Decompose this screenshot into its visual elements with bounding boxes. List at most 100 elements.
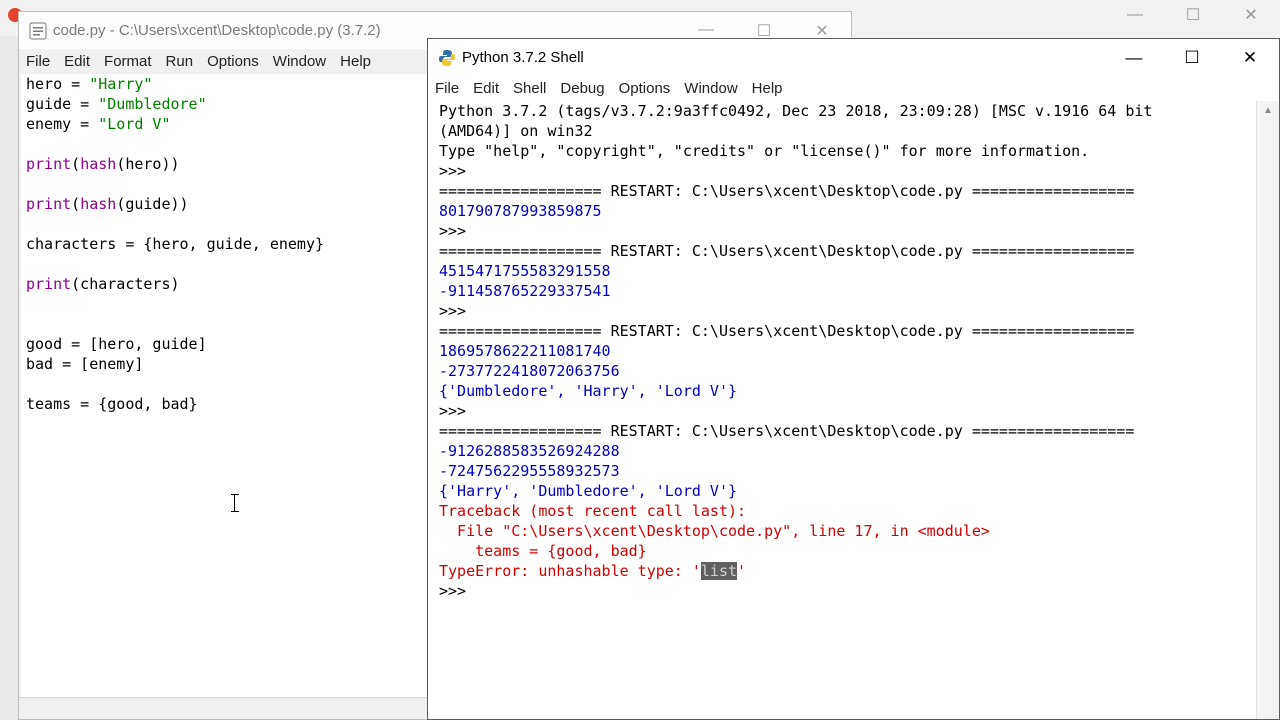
shell-line: (AMD64)] on win32: [434, 121, 1238, 141]
shell-line: TypeError: unhashable type: 'list': [434, 561, 1238, 581]
text-segment: good = [hero, guide]: [26, 335, 207, 353]
text-segment: -9126288583526924288: [439, 442, 620, 460]
code-editor-text-area[interactable]: hero = "Harry" guide = "Dumbledore" enemy …: [21, 74, 427, 698]
text-segment: ': [737, 562, 747, 580]
shell-line: teams = {good, bad}: [434, 541, 1238, 561]
text-segment: File "C:\Users\xcent\Desktop\code.py", l…: [439, 522, 990, 540]
editor-menu-file[interactable]: File: [19, 53, 57, 70]
text-segment: (: [71, 195, 81, 213]
code-line: enemy = "Lord V": [21, 114, 427, 134]
background-left-strip: [0, 36, 18, 720]
shell-menubar: File Edit Shell Debug Options Window Hel…: [428, 76, 1279, 100]
code-line: characters = {hero, guide, enemy}: [21, 234, 427, 254]
text-segment: teams = {good, bad}: [439, 542, 647, 560]
shell-line: ================== RESTART: C:\Users\xce…: [434, 181, 1238, 201]
text-segment: >>>: [439, 302, 476, 320]
text-segment: Python 3.7.2 (tags/v3.7.2:9a3ffc0492, De…: [439, 102, 1153, 120]
editor-menu-window[interactable]: Window: [266, 53, 333, 70]
code-line: guide = "Dumbledore": [21, 94, 427, 114]
code-line: teams = {good, bad}: [21, 394, 427, 414]
editor-menu-options[interactable]: Options: [200, 53, 266, 70]
text-segment: ================== RESTART: C:\Users\xce…: [439, 322, 1135, 340]
shell-close-icon[interactable]: ✕: [1221, 48, 1279, 68]
close-icon[interactable]: ✕: [1222, 0, 1280, 30]
shell-menu-help[interactable]: Help: [745, 80, 790, 97]
editor-title: code.py - C:\Users\xcent\Desktop\code.py…: [53, 22, 381, 39]
text-segment: 4515471755583291558: [439, 262, 611, 280]
background-window-controls: — ☐ ✕: [1106, 0, 1280, 30]
text-segment: >>>: [439, 222, 476, 240]
shell-line: >>>: [434, 401, 1238, 421]
shell-line: {'Harry', 'Dumbledore', 'Lord V'}: [434, 481, 1238, 501]
text-segment: teams = {good, bad}: [26, 395, 198, 413]
shell-menu-options[interactable]: Options: [612, 80, 678, 97]
text-segment: enemy =: [26, 115, 99, 133]
minimize-icon[interactable]: —: [1106, 0, 1164, 30]
text-segment: (characters): [71, 275, 180, 293]
editor-horizontal-scrollbar[interactable]: [19, 697, 429, 719]
shell-title: Python 3.7.2 Shell: [462, 49, 584, 66]
editor-menu-run[interactable]: Run: [159, 53, 201, 70]
text-cursor-icon: [231, 494, 239, 512]
editor-menu-help[interactable]: Help: [333, 53, 378, 70]
shell-line: -911458765229337541: [434, 281, 1238, 301]
text-segment: >>>: [439, 582, 476, 600]
selected-text: list: [700, 562, 738, 580]
text-segment: guide =: [26, 95, 99, 113]
text-segment: -911458765229337541: [439, 282, 611, 300]
text-segment: ================== RESTART: C:\Users\xce…: [439, 422, 1135, 440]
text-segment: "Dumbledore": [98, 95, 207, 113]
text-segment: print: [26, 275, 72, 293]
shell-menu-debug[interactable]: Debug: [553, 80, 611, 97]
editor-menu-format[interactable]: Format: [97, 53, 159, 70]
shell-line: >>>: [434, 221, 1238, 241]
shell-line: Type "help", "copyright", "credits" or "…: [434, 141, 1238, 161]
code-line: print(hash(guide)): [21, 194, 427, 214]
shell-line: Python 3.7.2 (tags/v3.7.2:9a3ffc0492, De…: [434, 101, 1238, 121]
text-segment: ================== RESTART: C:\Users\xce…: [439, 242, 1135, 260]
shell-minimize-icon[interactable]: —: [1105, 48, 1163, 68]
shell-line: -2737722418072063756: [434, 361, 1238, 381]
code-line: print(hash(hero)): [21, 154, 427, 174]
text-segment: (guide)): [116, 195, 189, 213]
shell-maximize-icon[interactable]: ☐: [1163, 48, 1221, 68]
text-segment: >>>: [439, 402, 476, 420]
shell-line: ================== RESTART: C:\Users\xce…: [434, 241, 1238, 261]
shell-menu-edit[interactable]: Edit: [466, 80, 506, 97]
shell-line: 4515471755583291558: [434, 261, 1238, 281]
text-segment: ================== RESTART: C:\Users\xce…: [439, 182, 1135, 200]
text-segment: (: [71, 155, 81, 173]
text-segment: hash: [80, 155, 117, 173]
shell-line: 801790787993859875: [434, 201, 1238, 221]
code-line: bad = [enemy]: [21, 354, 427, 374]
shell-menu-window[interactable]: Window: [677, 80, 744, 97]
shell-line: ================== RESTART: C:\Users\xce…: [434, 321, 1238, 341]
text-segment: print: [26, 195, 72, 213]
shell-menu-shell[interactable]: Shell: [506, 80, 553, 97]
scroll-up-icon[interactable]: ▲: [1257, 105, 1279, 116]
code-line: hero = "Harry": [21, 74, 427, 94]
python-shell-icon: [439, 49, 455, 66]
text-segment: {'Dumbledore', 'Harry', 'Lord V'}: [439, 382, 738, 400]
python-icon: [29, 22, 47, 39]
shell-line: Traceback (most recent call last):: [434, 501, 1238, 521]
shell-output-area[interactable]: Python 3.7.2 (tags/v3.7.2:9a3ffc0492, De…: [428, 101, 1238, 719]
shell-titlebar: Python 3.7.2 Shell — ☐ ✕: [428, 39, 1279, 76]
shell-line: >>>: [434, 301, 1238, 321]
code-line: print(characters): [21, 274, 427, 294]
text-segment: (AMD64)] on win32: [439, 122, 593, 140]
shell-vertical-scrollbar[interactable]: ▲: [1256, 101, 1279, 719]
shell-line: >>>: [434, 581, 1238, 601]
editor-menu-edit[interactable]: Edit: [57, 53, 97, 70]
shell-menu-file[interactable]: File: [428, 80, 466, 97]
maximize-icon[interactable]: ☐: [1164, 0, 1222, 30]
text-segment: hero =: [26, 75, 90, 93]
code-line: good = [hero, guide]: [21, 334, 427, 354]
shell-window: Python 3.7.2 Shell — ☐ ✕ File Edit Shell…: [427, 38, 1280, 720]
